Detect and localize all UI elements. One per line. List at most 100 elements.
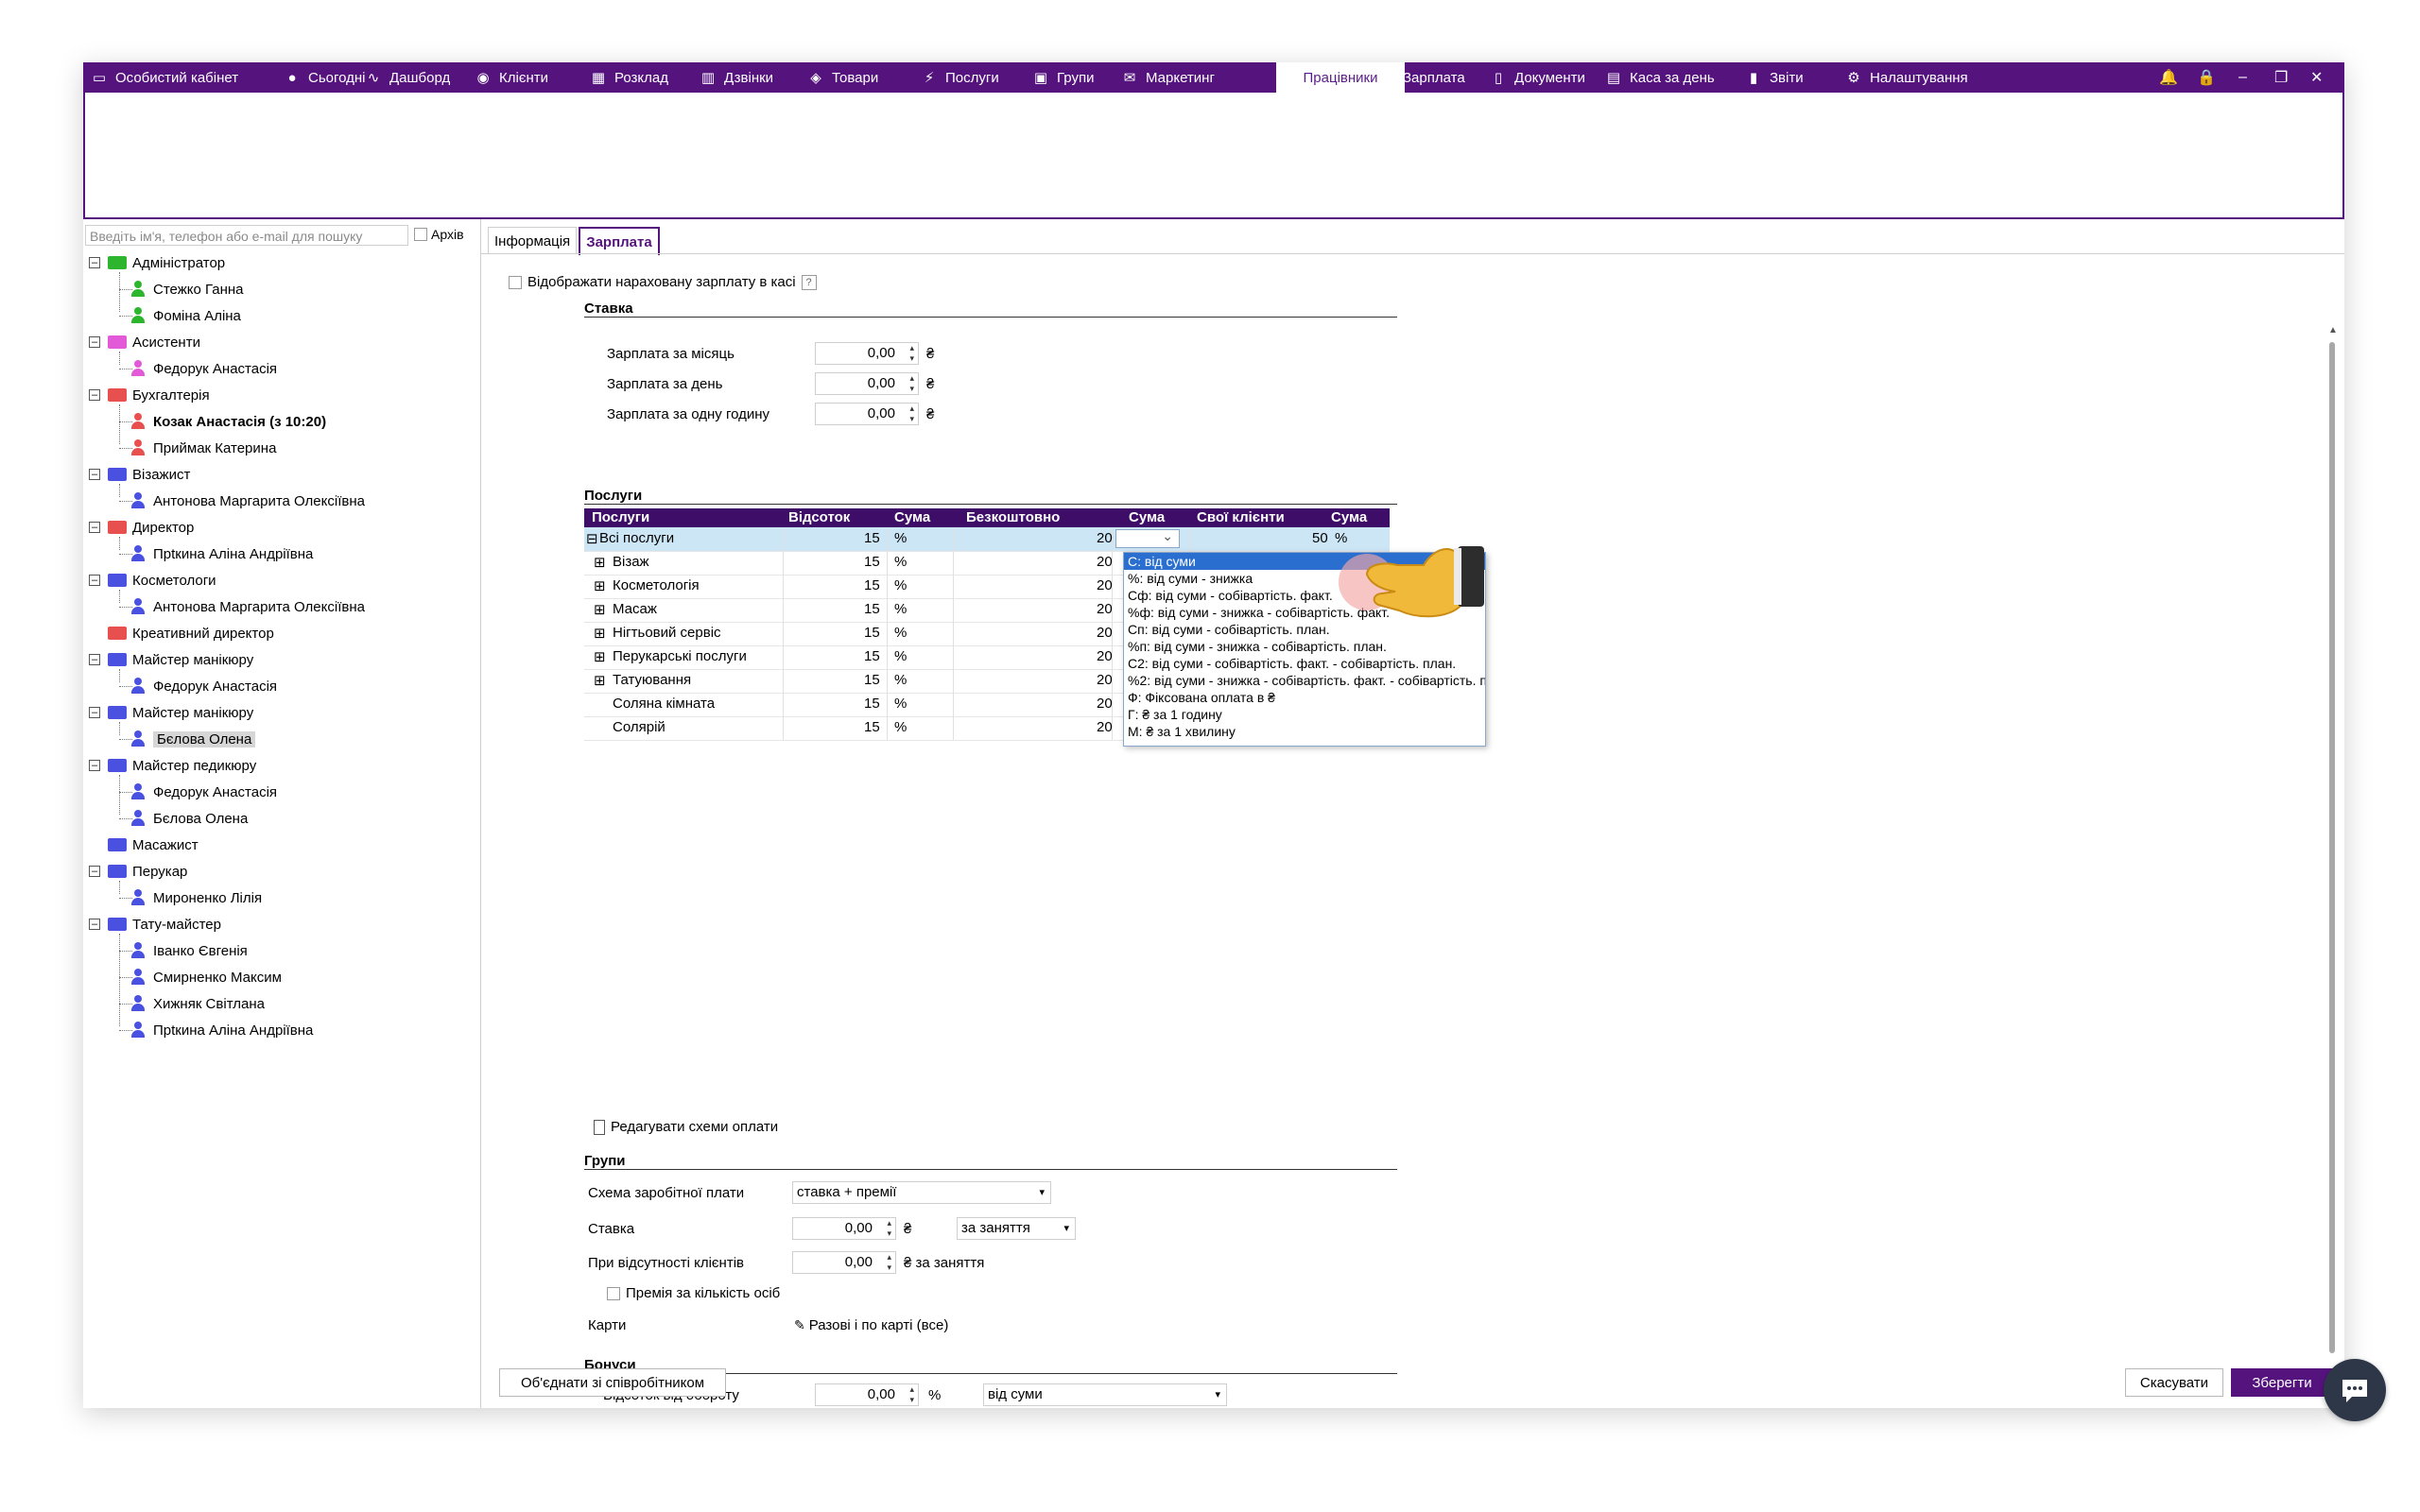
nav-settings[interactable]: ⚙ Налаштування bbox=[1845, 62, 1967, 93]
collapse-icon[interactable]: – bbox=[89, 389, 100, 401]
restore-icon[interactable]: ❐ bbox=[2274, 62, 2288, 93]
bonus-people-option[interactable]: Премія за кількість осіб bbox=[607, 1285, 780, 1301]
close-icon[interactable]: ✕ bbox=[2310, 62, 2323, 93]
dropdown-option[interactable]: %п: від суми - знижка - собівартість. пл… bbox=[1124, 638, 1485, 655]
collapse-icon[interactable]: – bbox=[89, 575, 100, 586]
free-value[interactable]: 20 bbox=[1097, 601, 1113, 617]
scheme-select[interactable]: ставка + премії ▾ bbox=[792, 1181, 1051, 1204]
tree-employee[interactable]: Прtкина Аліна Андріївна bbox=[130, 542, 313, 565]
table-row[interactable]: ⊟ Всі послуги 15% 20 ⌄ 50% bbox=[584, 527, 1390, 552]
show-in-cash-checkbox[interactable] bbox=[509, 275, 522, 289]
tree-group[interactable]: – Адміністратор bbox=[89, 251, 225, 274]
turnover-mode-select[interactable]: від суми ▾ bbox=[983, 1383, 1227, 1406]
percent-value[interactable]: 15 bbox=[864, 625, 880, 641]
expand-icon[interactable]: ⊞ bbox=[594, 648, 606, 665]
dropdown-option[interactable]: С2: від суми - собівартість. факт. - соб… bbox=[1124, 655, 1485, 672]
archive-toggle[interactable]: Архів bbox=[414, 227, 464, 242]
nav-reports[interactable]: ▮ Звіти bbox=[1745, 62, 1804, 93]
free-value[interactable]: 20 bbox=[1097, 696, 1113, 712]
tree-employee[interactable]: Федорук Анастасія bbox=[130, 781, 277, 803]
tree-employee[interactable]: Антонова Маргарита Олексіївна bbox=[130, 490, 365, 512]
own-clients-value[interactable]: 50 bbox=[1312, 530, 1328, 546]
expand-icon[interactable]: ⊞ bbox=[594, 601, 606, 618]
scrollbar-thumb[interactable] bbox=[2329, 342, 2335, 1353]
collapse-icon[interactable]: – bbox=[89, 919, 100, 930]
grid-header-cell[interactable]: Відсоток bbox=[788, 509, 850, 525]
grid-header-cell[interactable]: Безкоштовно bbox=[966, 509, 1060, 525]
group-rate-input[interactable]: 0,00 bbox=[792, 1217, 896, 1240]
minimize-icon[interactable]: – bbox=[2238, 62, 2247, 93]
nav-dashboard[interactable]: ∿ Дашборд bbox=[365, 62, 451, 93]
absent-input[interactable]: 0,00 bbox=[792, 1251, 896, 1274]
tree-group[interactable]: – Майстер манікюру bbox=[89, 701, 253, 724]
tree-group[interactable]: – Майстер педикюру bbox=[89, 754, 256, 777]
rate-input[interactable]: 0,00 bbox=[815, 403, 919, 425]
edit-schemes-link[interactable]: Редагувати схеми оплати bbox=[594, 1119, 778, 1135]
archive-checkbox[interactable] bbox=[414, 228, 427, 241]
free-value[interactable]: 20 bbox=[1097, 719, 1113, 735]
tree-group[interactable]: – Візажист bbox=[89, 463, 190, 486]
percent-value[interactable]: 15 bbox=[864, 577, 880, 593]
cards-value-link[interactable]: ✎ Разові і по карті (все) bbox=[794, 1317, 948, 1333]
free-value[interactable]: 20 bbox=[1097, 530, 1113, 546]
rate-input[interactable]: 0,00 bbox=[815, 372, 919, 395]
help-icon[interactable]: ? bbox=[801, 274, 817, 290]
nav-salary[interactable]: ▭ Зарплата bbox=[1378, 62, 1465, 93]
grid-header-cell[interactable]: Свої клієнти bbox=[1197, 509, 1285, 525]
tree-employee[interactable]: Федорук Анастасія bbox=[130, 357, 277, 380]
turnover-input[interactable]: 0,00 bbox=[815, 1383, 919, 1406]
tree-group[interactable]: Креативний директор bbox=[108, 622, 274, 644]
collapse-icon[interactable]: – bbox=[89, 707, 100, 718]
nav-marketing[interactable]: ✉ Маркетинг bbox=[1121, 62, 1215, 93]
tree-group[interactable]: Масажист bbox=[108, 833, 199, 856]
scroll-up-icon[interactable]: ▲ bbox=[2328, 325, 2338, 335]
tree-employee[interactable]: Стежко Ганна bbox=[130, 278, 244, 301]
save-button[interactable]: Зберегти bbox=[2231, 1368, 2333, 1397]
tree-employee[interactable]: Іванко Євгенія bbox=[130, 939, 248, 962]
tree-employee[interactable]: Мироненко Лілія bbox=[130, 886, 262, 909]
collapse-icon[interactable]: ⊟ bbox=[586, 530, 598, 547]
show-in-cash-option[interactable]: Відображати нараховану зарплату в касі ? bbox=[509, 274, 817, 290]
tree-employee[interactable]: Бєлова Олена bbox=[130, 807, 248, 830]
per-lesson-select[interactable]: за заняття ▾ bbox=[957, 1217, 1076, 1240]
percent-value[interactable]: 15 bbox=[864, 530, 880, 546]
free-value[interactable]: 20 bbox=[1097, 577, 1113, 593]
percent-value[interactable]: 15 bbox=[864, 696, 880, 712]
nav-clients[interactable]: ◉ Клієнти bbox=[475, 62, 548, 93]
expand-icon[interactable]: ⊞ bbox=[594, 672, 606, 689]
tree-employee[interactable]: Федорук Анастасія bbox=[130, 675, 277, 697]
tree-employee[interactable]: Приймак Катерина bbox=[130, 437, 276, 459]
tree-group[interactable]: – Косметологи bbox=[89, 569, 216, 592]
tree-group[interactable]: – Тату-майстер bbox=[89, 913, 221, 936]
tree-employee[interactable]: Антонова Маргарита Олексіївна bbox=[130, 595, 365, 618]
collapse-icon[interactable]: – bbox=[89, 522, 100, 533]
nav-calls[interactable]: ▥ Дзвінки bbox=[700, 62, 773, 93]
dropdown-option[interactable]: М: ₴ за 1 хвилину bbox=[1124, 723, 1485, 740]
free-value[interactable]: 20 bbox=[1097, 554, 1113, 570]
nav-services[interactable]: ⚡ Послуги bbox=[921, 62, 999, 93]
percent-value[interactable]: 15 bbox=[864, 719, 880, 735]
nav-today[interactable]: ● Сьогодні bbox=[284, 62, 365, 93]
chat-button[interactable] bbox=[2324, 1359, 2386, 1421]
collapse-icon[interactable]: – bbox=[89, 257, 100, 268]
lock-icon[interactable]: 🔒 bbox=[2197, 62, 2216, 93]
tree-group[interactable]: – Бухгалтерія bbox=[89, 384, 210, 406]
tree-employee[interactable]: Бєлова Олена bbox=[130, 728, 256, 750]
merge-employee-button[interactable]: Об'єднати зі співробітником bbox=[499, 1368, 726, 1397]
tree-group[interactable]: – Майстер манікюру bbox=[89, 648, 253, 671]
collapse-icon[interactable]: – bbox=[89, 336, 100, 348]
dropdown-option[interactable]: %2: від суми - знижка - собівартість. фа… bbox=[1124, 672, 1485, 689]
search-input[interactable]: Введіть ім'я, телефон або e-mail для пош… bbox=[85, 225, 408, 246]
bell-icon[interactable]: 🔔 bbox=[2159, 62, 2178, 93]
collapse-icon[interactable]: – bbox=[89, 469, 100, 480]
nav-documents[interactable]: ▯ Документи bbox=[1490, 62, 1585, 93]
tab-information[interactable]: Інформація bbox=[488, 227, 578, 254]
payment-type-combo[interactable]: ⌄ bbox=[1115, 528, 1180, 548]
percent-value[interactable]: 15 bbox=[864, 672, 880, 688]
tree-employee[interactable]: Смирненко Максим bbox=[130, 966, 282, 988]
grid-header-cell[interactable]: Сума bbox=[894, 509, 930, 525]
free-value[interactable]: 20 bbox=[1097, 672, 1113, 688]
percent-value[interactable]: 15 bbox=[864, 648, 880, 664]
tab-salary[interactable]: Зарплата bbox=[579, 227, 660, 255]
nav-schedule[interactable]: ▦ Розклад bbox=[590, 62, 668, 93]
